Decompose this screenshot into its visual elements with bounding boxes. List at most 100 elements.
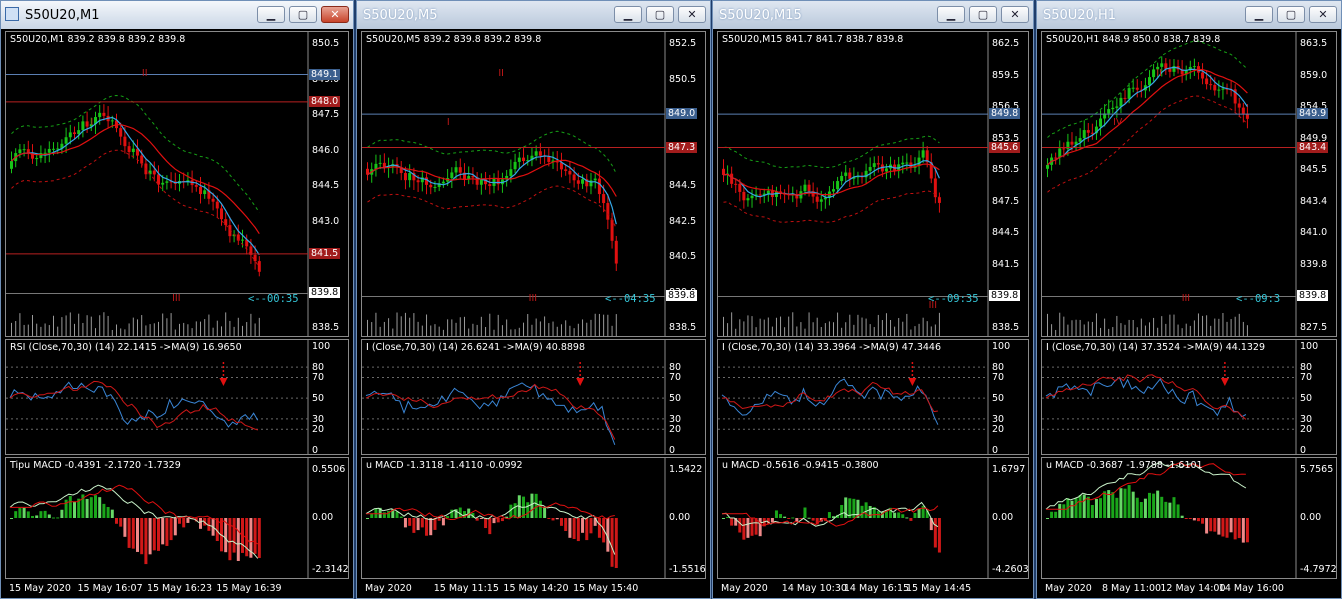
macd-histogram-bar bbox=[1050, 511, 1054, 518]
macd-pane[interactable]: u MACD -0.5616 -0.9415 -0.3800 1.6797 0.00… bbox=[717, 457, 1029, 579]
candle-body bbox=[1131, 87, 1135, 89]
candle-body bbox=[496, 178, 500, 185]
rsi-axis-label: 50 bbox=[669, 393, 682, 405]
candle-body bbox=[1217, 89, 1221, 91]
rsi-pane[interactable]: I (Close,70,30) (14) 26.6241 ->MA(9) 40.… bbox=[361, 339, 706, 456]
candle-body bbox=[64, 137, 68, 144]
macd-histogram-bar bbox=[127, 518, 131, 548]
candle-body bbox=[742, 191, 746, 201]
signal-arrow-head bbox=[219, 378, 228, 386]
macd-histogram-bar bbox=[496, 518, 500, 523]
candle-body bbox=[220, 208, 223, 220]
macd-axis-label: 0.00 bbox=[312, 512, 334, 523]
window-titlebar[interactable]: S50U20,M1 ▁ ▢ ✕ bbox=[1, 1, 353, 29]
macd-histogram-bar bbox=[581, 518, 585, 533]
price-pane[interactable]: S50U20,M1 839.2 839.8 839.2 839.8 850.5 84… bbox=[5, 31, 349, 337]
macd-histogram-bar bbox=[492, 518, 496, 524]
chart-window-s50u20m5[interactable]: S50U20,M5 ▁ ▢ ✕ S50U20,M5 839.2 839.8 839.2 … bbox=[356, 0, 711, 599]
maximize-button[interactable]: ▢ bbox=[969, 6, 997, 23]
rsi-header: I (Close,70,30) (14) 33.3964 ->MA(9) 47.… bbox=[722, 342, 942, 353]
rsi-pane[interactable]: RSI (Close,70,30) (14) 22.1415 ->MA(9) 1… bbox=[5, 339, 349, 456]
macd-histogram-bar bbox=[399, 516, 403, 518]
minimize-button[interactable]: ▁ bbox=[614, 6, 642, 23]
macd-histogram-bar bbox=[1192, 518, 1196, 521]
candle-body bbox=[441, 181, 445, 184]
window-titlebar[interactable]: S50U20,M15 ▁ ▢ ✕ bbox=[713, 1, 1033, 29]
rsi-axis-label: 20 bbox=[1300, 424, 1313, 436]
chart-window-s50u20m15[interactable]: S50U20,M15 ▁ ▢ ✕ S50U20,M15 841.7 841.7 838.… bbox=[712, 0, 1034, 599]
macd-histogram-bar bbox=[35, 515, 39, 518]
rsi-pane[interactable]: I (Close,70,30) (14) 33.3964 ->MA(9) 47.… bbox=[717, 339, 1029, 456]
candle-body bbox=[1148, 77, 1151, 86]
close-button[interactable]: ✕ bbox=[1309, 6, 1337, 23]
minimize-button[interactable]: ▁ bbox=[257, 6, 285, 23]
macd-histogram-bar bbox=[538, 500, 542, 518]
candle-body bbox=[458, 167, 462, 173]
macd-axis-label: 0.00 bbox=[992, 512, 1014, 523]
macd-histogram-bar bbox=[148, 518, 152, 555]
candle-body bbox=[836, 181, 840, 190]
close-button[interactable]: ✕ bbox=[321, 6, 349, 23]
wave-label: III bbox=[528, 293, 538, 305]
macd-histogram-bar bbox=[1196, 518, 1200, 522]
rsi-axis-label: 80 bbox=[992, 362, 1005, 374]
minimize-button[interactable]: ▁ bbox=[1245, 6, 1273, 23]
macd-pane[interactable]: u MACD -1.3118 -1.4110 -0.0992 1.5422 0.00… bbox=[361, 457, 706, 579]
macd-axis-label: 0.00 bbox=[669, 512, 691, 523]
macd-histogram-bar bbox=[1054, 511, 1058, 518]
macd-histogram-bar bbox=[1188, 518, 1192, 519]
price-axis-label: 847.5 bbox=[992, 195, 1020, 207]
rsi-axis-label: 50 bbox=[312, 393, 325, 405]
rsi-axis-label: 70 bbox=[669, 372, 682, 384]
macd-pane[interactable]: u MACD -0.3687 -1.9788 -1.6101 5.7565 0.00… bbox=[1041, 457, 1337, 579]
rsi-axis-label: 70 bbox=[1300, 372, 1313, 384]
macd-histogram-bar bbox=[102, 503, 106, 518]
time-axis-label: 12 May 14:00 bbox=[1160, 583, 1226, 594]
rsi-ma-line bbox=[9, 380, 258, 431]
price-axis-label: 844.5 bbox=[992, 227, 1020, 239]
window-titlebar[interactable]: S50U20,M5 ▁ ▢ ✕ bbox=[357, 1, 710, 29]
macd-histogram-bar bbox=[232, 518, 236, 553]
rsi-plot bbox=[362, 340, 666, 454]
close-button[interactable]: ✕ bbox=[678, 6, 706, 23]
price-level-tag: 841.5 bbox=[309, 247, 341, 259]
candle-body bbox=[738, 183, 742, 192]
rsi-pane[interactable]: I (Close,70,30) (14) 37.3524 ->MA(9) 44.… bbox=[1041, 339, 1337, 456]
candle-body bbox=[1192, 66, 1196, 68]
price-axis-label: 846.0 bbox=[312, 144, 340, 156]
maximize-button[interactable]: ▢ bbox=[1277, 6, 1305, 23]
macd-axis-label: -4.2603 bbox=[992, 564, 1029, 575]
candle-body bbox=[1127, 88, 1131, 99]
window-titlebar[interactable]: S50U20,H1 ▁ ▢ ✕ bbox=[1037, 1, 1341, 29]
macd-histogram-bar bbox=[783, 516, 787, 518]
macd-histogram-bar bbox=[572, 518, 576, 539]
macd-plot bbox=[721, 458, 989, 578]
window-title: S50U20,M15 bbox=[719, 8, 802, 23]
maximize-button[interactable]: ▢ bbox=[646, 6, 674, 23]
macd-pane[interactable]: Tipu MACD -0.4391 -2.1720 -1.7329 0.5506 0… bbox=[5, 457, 349, 579]
macd-histogram-bar bbox=[479, 518, 483, 519]
chart-window-s50u20m1[interactable]: S50U20,M1 ▁ ▢ ✕ S50U20,M1 839.2 839.8 839.2 … bbox=[0, 0, 354, 599]
chart-window-s50u20h1[interactable]: S50U20,H1 ▁ ▢ ✕ S50U20,H1 848.9 850.0 838.7 … bbox=[1036, 0, 1342, 599]
candle-body bbox=[1209, 84, 1213, 86]
price-pane[interactable]: S50U20,M5 839.2 839.8 839.2 839.8 852.5 85… bbox=[361, 31, 706, 337]
time-axis-label: 8 May 11:00 bbox=[1101, 583, 1162, 594]
price-pane[interactable]: S50U20,H1 848.9 850.0 838.7 839.8 863.5 85… bbox=[1041, 31, 1337, 337]
maximize-icon: ▢ bbox=[297, 8, 309, 21]
macd-histogram-bar bbox=[807, 517, 811, 519]
macd-histogram-bar bbox=[1090, 505, 1094, 518]
rsi-header: I (Close,70,30) (14) 26.6241 ->MA(9) 40.… bbox=[366, 342, 586, 353]
price-pane[interactable]: S50U20,M15 841.7 841.7 838.7 839.8 862.5 8… bbox=[717, 31, 1029, 337]
close-button[interactable]: ✕ bbox=[1001, 6, 1029, 23]
maximize-button[interactable]: ▢ bbox=[289, 6, 317, 23]
maximize-icon: ▢ bbox=[1285, 8, 1297, 21]
candle-body bbox=[1221, 88, 1225, 90]
minimize-button[interactable]: ▁ bbox=[937, 6, 965, 23]
macd-histogram-bar bbox=[131, 518, 135, 549]
price-header: S50U20,M1 839.2 839.8 839.2 839.8 bbox=[10, 34, 186, 45]
candle-body bbox=[1054, 157, 1058, 159]
candle-body bbox=[722, 168, 725, 175]
macd-histogram-bar bbox=[758, 518, 762, 537]
time-axis-label: 15 May 11:15 bbox=[433, 583, 499, 594]
candle-body bbox=[610, 219, 614, 241]
